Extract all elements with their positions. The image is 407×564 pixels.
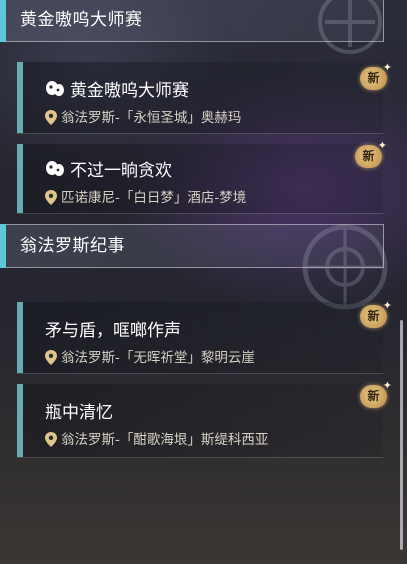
new-badge-icon: 新 ✦ [360,61,392,90]
quest-title: 黄金嗷呜大师赛 [70,81,189,101]
quest-accent-bar [17,302,23,373]
map-pin-icon [45,432,57,447]
quest-title: 瓶中清忆 [45,403,113,423]
quest-location: 翁法罗斯-「永恒圣城」奥赫玛 [61,110,242,126]
group-accent-bar [0,0,6,42]
paw-mission-icon [46,161,64,176]
quest-entry[interactable]: 矛与盾，哐啷作声 翁法罗斯-「无晖祈堂」黎明云崖 [17,302,383,374]
quest-title: 不过一晌贪欢 [70,161,172,181]
group-title: 翁法罗斯纪事 [20,236,125,256]
quest-location-row: 匹诺康尼-「白日梦」酒店-梦境 [45,186,246,206]
quest-title: 矛与盾，哐啷作声 [45,321,181,341]
paw-mission-icon [46,81,64,96]
quest-location-row: 翁法罗斯-「酣歌海垠」斯缇科西亚 [45,428,268,448]
quest-location: 翁法罗斯-「酣歌海垠」斯缇科西亚 [61,432,269,448]
quest-title-row: 矛与盾，哐啷作声 [45,316,181,341]
quest-title-row: 不过一晌贪欢 [45,156,172,181]
quest-entry[interactable]: 黄金嗷呜大师赛 翁法罗斯-「永恒圣城」奥赫玛 [17,62,383,134]
scrollbar[interactable] [400,320,403,550]
quest-title-row: 黄金嗷呜大师赛 [45,76,189,101]
quest-group-header[interactable]: 黄金嗷呜大师赛 [0,0,384,42]
new-badge-icon: 新 ✦ [360,379,392,408]
new-badge-icon: 新 ✦ [360,299,392,328]
quest-accent-bar [17,144,23,213]
map-pin-icon [45,110,57,125]
group-title: 黄金嗷呜大师赛 [20,10,143,30]
quest-list-panel: 黄金嗷呜大师赛 黄金嗷呜大师赛 翁法罗斯-「永恒圣城」奥赫玛 新 ✦ 不过一晌贪… [0,0,407,564]
quest-location-row: 翁法罗斯-「无晖祈堂」黎明云崖 [45,346,255,366]
map-pin-icon [45,350,57,365]
new-badge-icon: 新 ✦ [355,139,387,168]
quest-accent-bar [17,384,23,457]
quest-location: 翁法罗斯-「无晖祈堂」黎明云崖 [61,350,255,366]
quest-location-row: 翁法罗斯-「永恒圣城」奥赫玛 [45,106,241,126]
quest-accent-bar [17,62,23,133]
map-pin-icon [45,190,57,205]
quest-title-row: 瓶中清忆 [45,398,113,423]
quest-location: 匹诺康尼-「白日梦」酒店-梦境 [61,190,247,206]
quest-group-header[interactable]: 翁法罗斯纪事 [0,224,384,268]
quest-entry[interactable]: 不过一晌贪欢 匹诺康尼-「白日梦」酒店-梦境 [17,144,383,214]
group-accent-bar [0,224,6,268]
quest-entry[interactable]: 瓶中清忆 翁法罗斯-「酣歌海垠」斯缇科西亚 [17,384,383,458]
